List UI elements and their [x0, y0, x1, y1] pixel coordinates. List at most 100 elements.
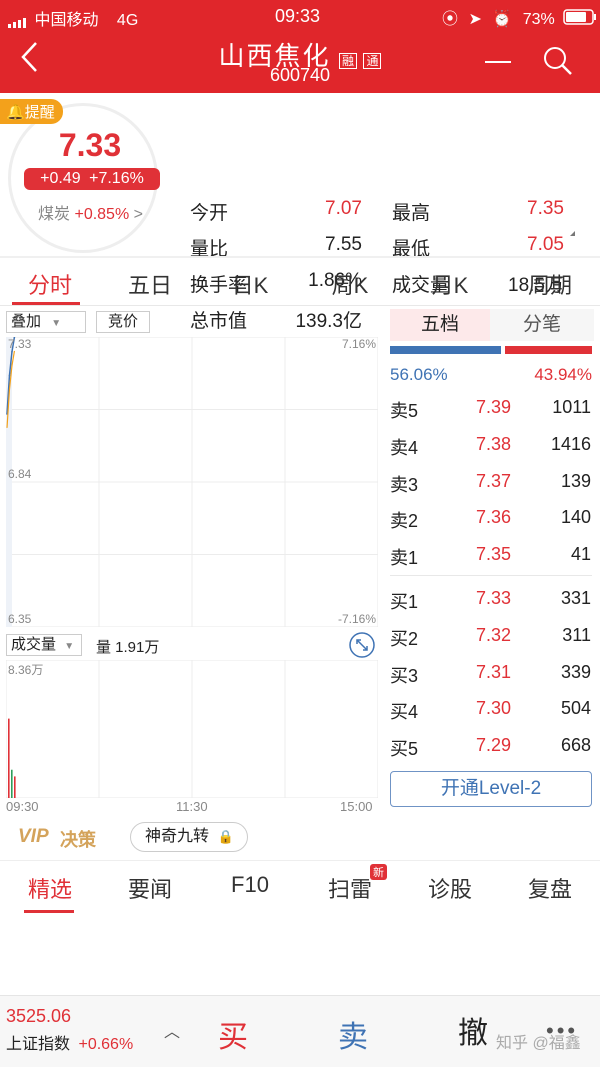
sell-level-row[interactable]: 卖5 7.39 1011 — [390, 389, 595, 425]
level-price: 7.32 — [476, 624, 512, 645]
remind-label: 提醒 — [24, 104, 55, 121]
tab-five-levels[interactable]: 五档 — [390, 309, 490, 341]
chevron-down-icon: ▼ — [51, 318, 62, 329]
search-icon — [544, 47, 572, 75]
chevron-right-icon: > — [133, 206, 143, 223]
buy-level-row[interactable]: 买3 7.31 339 — [390, 654, 595, 690]
intraday-chart[interactable] — [6, 337, 378, 627]
network-text: 4G — [116, 12, 139, 29]
cancel-button[interactable]: 撤 — [458, 1008, 488, 1052]
chart-tabs: 分时 五日 日K 周K 月K 周期 — [0, 258, 600, 304]
orderbook-divider — [390, 575, 592, 576]
volume-bar — [14, 776, 16, 798]
buy-level-row[interactable]: 买2 7.32 311 — [390, 617, 595, 653]
index-name: 上证指数 — [6, 1036, 71, 1053]
chart-tab[interactable]: 日K — [200, 268, 300, 300]
fullscreen-icon — [349, 632, 375, 658]
level-label: 买1 — [390, 592, 419, 612]
overlay-select[interactable]: 叠加 ▼ — [6, 311, 86, 333]
minus-button[interactable] — [485, 61, 511, 63]
stat-value: 139.3亿 — [295, 311, 362, 332]
volume-select[interactable]: 成交量 ▼ — [6, 634, 82, 656]
current-price: 7.33 — [58, 127, 122, 163]
sell-level-row[interactable]: 卖2 7.36 140 — [390, 499, 595, 535]
sell-level-row[interactable]: 卖1 7.35 41 — [390, 536, 595, 572]
level-price: 7.36 — [476, 507, 512, 528]
sector-link[interactable]: 煤炭 +0.85% > — [38, 200, 143, 224]
price-change: +0.49 — [40, 170, 81, 187]
status-time: 09:33 — [275, 6, 321, 26]
buy-button[interactable]: 买 — [218, 1012, 248, 1056]
news-tab[interactable]: 诊股 — [400, 872, 500, 904]
battery-icon — [563, 9, 597, 30]
price-change-pct: +7.16% — [89, 170, 144, 187]
level2-button[interactable]: 开通Level-2 — [390, 771, 592, 807]
nine-turn-label: 神奇九转 — [145, 828, 210, 845]
status-icons: ⦿ ➤ ⏰ 73% — [442, 5, 597, 30]
buy-level-row[interactable]: 买5 7.29 668 — [390, 727, 595, 763]
news-tab[interactable]: 精选 — [0, 872, 100, 904]
time-start: 09:30 — [6, 799, 39, 814]
vip-decision[interactable]: 决策 — [60, 826, 96, 852]
fullscreen-button[interactable] — [349, 632, 375, 663]
sell-button[interactable]: 卖 — [338, 1012, 368, 1056]
overlay-label: 叠加 — [11, 313, 42, 330]
chart-tab[interactable]: 分时 — [0, 268, 100, 300]
stock-code: 600740 — [269, 65, 331, 85]
time-mid: 11:30 — [176, 799, 208, 814]
alarm-icon: ⏰ — [492, 11, 513, 28]
more-icon[interactable]: ••• — [546, 1018, 578, 1044]
stat-value: 7.35 — [527, 198, 564, 219]
sell-level-row[interactable]: 卖3 7.37 139 — [390, 463, 595, 499]
level-volume: 140 — [560, 507, 591, 528]
nine-turn-button[interactable]: 神奇九转 🔒 — [130, 822, 248, 852]
battery-text: 73% — [522, 11, 555, 28]
chart-tab[interactable]: 月K — [400, 268, 500, 300]
y-axis-bottom: 6.35 — [8, 612, 32, 626]
sector-pct: +0.85% — [74, 206, 130, 223]
sell-ratio-text: 43.94% — [534, 365, 592, 384]
navigation-icon: ➤ — [468, 11, 482, 28]
level-label: 卖2 — [390, 511, 419, 532]
price-point — [11, 350, 13, 353]
auction-button[interactable]: 竞价 — [96, 311, 150, 333]
level-price: 7.39 — [476, 397, 512, 417]
quote-summary: 🔔提醒 7.33 +0.49 +7.16% 煤炭 +0.85% > 今开 7.07… — [0, 93, 600, 332]
remind-button[interactable]: 🔔提醒 — [0, 99, 63, 124]
volume-bar — [8, 718, 10, 798]
level-label: 卖3 — [390, 474, 419, 495]
volume-label: 成交量 — [11, 636, 57, 653]
level-volume: 139 — [560, 470, 591, 491]
buy-ratio-fill — [390, 346, 502, 354]
sell-level-row[interactable]: 卖4 7.38 1416 — [390, 426, 595, 462]
level-price: 7.30 — [476, 698, 512, 719]
tab-detail[interactable]: 分笔 — [490, 309, 594, 341]
index-value[interactable]: 3525.06 — [6, 1006, 71, 1027]
level-price: 7.31 — [476, 661, 512, 682]
news-tab[interactable]: 要闻 — [100, 872, 200, 904]
news-tab[interactable]: 复盘 — [500, 872, 600, 904]
level-label: 买4 — [390, 702, 419, 723]
price-point — [8, 374, 11, 377]
level-volume: 668 — [560, 735, 591, 756]
promo-row: VIP 决策 神奇九转 🔒 — [0, 816, 600, 860]
level-volume: 311 — [562, 624, 591, 645]
carrier-text: 中国移动 — [34, 12, 99, 29]
index-info[interactable]: 上证指数 +0.66% — [6, 1030, 133, 1054]
news-tab[interactable]: F10 — [200, 872, 300, 898]
chart-tab[interactable]: 周K — [300, 268, 400, 300]
y-axis-top: 7.33 — [8, 337, 32, 351]
level-label: 卖5 — [390, 401, 419, 421]
chart-tab[interactable]: 五日 — [100, 268, 200, 300]
buy-level-row[interactable]: 买4 7.30 504 — [390, 690, 595, 726]
chevron-up-icon[interactable]: ︿ — [164, 1018, 180, 1042]
chart-tab[interactable]: 周期 — [500, 268, 600, 300]
buy-level-row[interactable]: 买1 7.33 331 — [390, 580, 595, 616]
vip-badge[interactable]: VIP — [18, 826, 49, 848]
buy-sell-ratio-bar — [390, 346, 592, 354]
expand-corner-icon[interactable] — [570, 231, 575, 236]
volume-value: 量 1.91万 — [96, 639, 160, 656]
search-button[interactable] — [543, 46, 573, 81]
level-volume: 1011 — [552, 397, 591, 417]
level-label: 卖1 — [390, 548, 419, 569]
